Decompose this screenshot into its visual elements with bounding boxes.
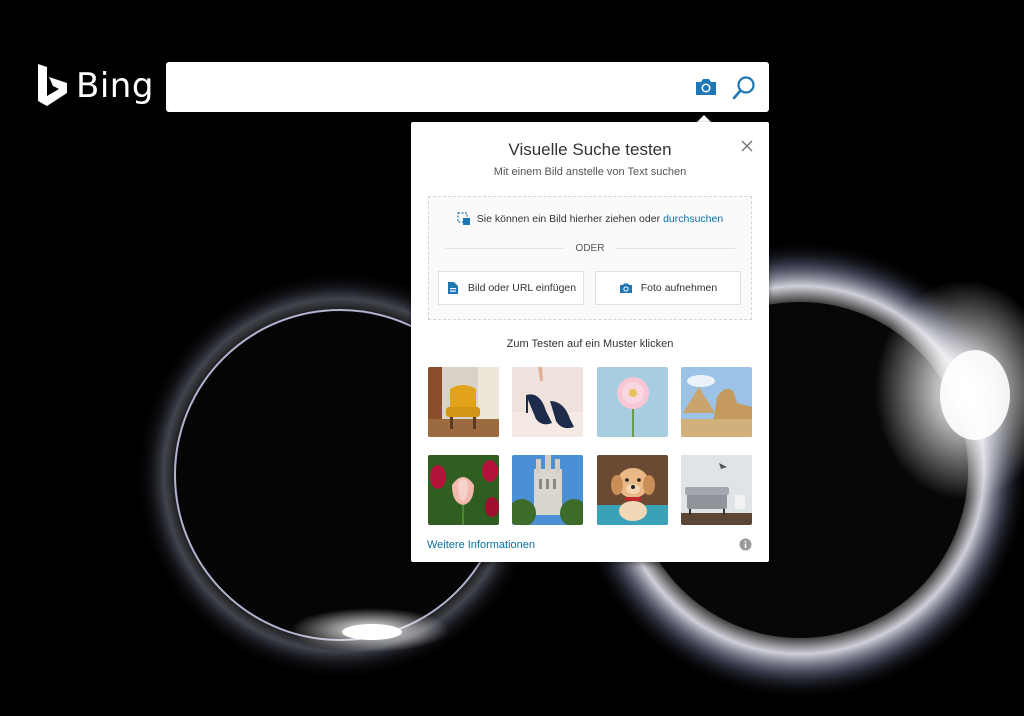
document-icon: [447, 282, 458, 294]
camera-icon: [696, 79, 716, 95]
or-text: ODER: [575, 242, 605, 254]
panel-subtitle: Mit einem Bild anstelle von Text suchen: [493, 166, 687, 178]
panel-title: Visuelle Suche testen: [508, 140, 672, 159]
more-info-link[interactable]: Weitere Informationen: [427, 539, 535, 551]
sample-high-heels[interactable]: [512, 367, 583, 437]
sample-pink-flower[interactable]: [597, 367, 668, 437]
sample-living-room[interactable]: [681, 455, 752, 525]
take-photo-button[interactable]: Foto aufnehmen: [595, 271, 741, 305]
visual-search-panel: Visuelle Suche testen Mit einem Bild ans…: [411, 122, 769, 562]
bing-logo[interactable]: Bing: [36, 64, 154, 108]
search-button[interactable]: [732, 75, 756, 101]
search-input[interactable]: [178, 70, 682, 106]
image-drop-zone[interactable]: Sie können ein Bild hierher ziehen oder …: [428, 196, 752, 320]
sample-sphinx[interactable]: [681, 367, 752, 437]
sample-puppy[interactable]: [597, 455, 668, 525]
drag-image-icon: [457, 212, 470, 225]
photo-button-label: Foto aufnehmen: [640, 282, 718, 294]
divider-line-left: [445, 247, 564, 249]
drag-hint: Sie können ein Bild hierher ziehen oder …: [429, 212, 751, 226]
paste-button-label: Bild oder URL einfügen: [467, 282, 577, 294]
drag-hint-text: Sie können ein Bild hierher ziehen oder: [476, 213, 661, 225]
close-icon[interactable]: [740, 139, 754, 153]
sample-temple[interactable]: [512, 455, 583, 525]
paste-image-url-button[interactable]: Bild oder URL einfügen: [438, 271, 584, 305]
bing-b-icon: [38, 64, 67, 106]
search-box: [166, 62, 769, 112]
visual-search-button[interactable]: [694, 76, 718, 98]
bing-logo-text: Bing: [76, 66, 154, 106]
camera-icon: [619, 283, 632, 293]
or-divider: ODER: [445, 241, 735, 255]
browse-link[interactable]: durchsuchen: [663, 213, 723, 225]
samples-heading: Zum Testen auf ein Muster klicken: [506, 338, 674, 350]
magnifier-icon: [732, 76, 755, 100]
info-icon[interactable]: [739, 538, 752, 551]
divider-line-right: [616, 247, 735, 249]
sample-tulips[interactable]: [428, 455, 499, 525]
sample-chair[interactable]: [428, 367, 499, 437]
